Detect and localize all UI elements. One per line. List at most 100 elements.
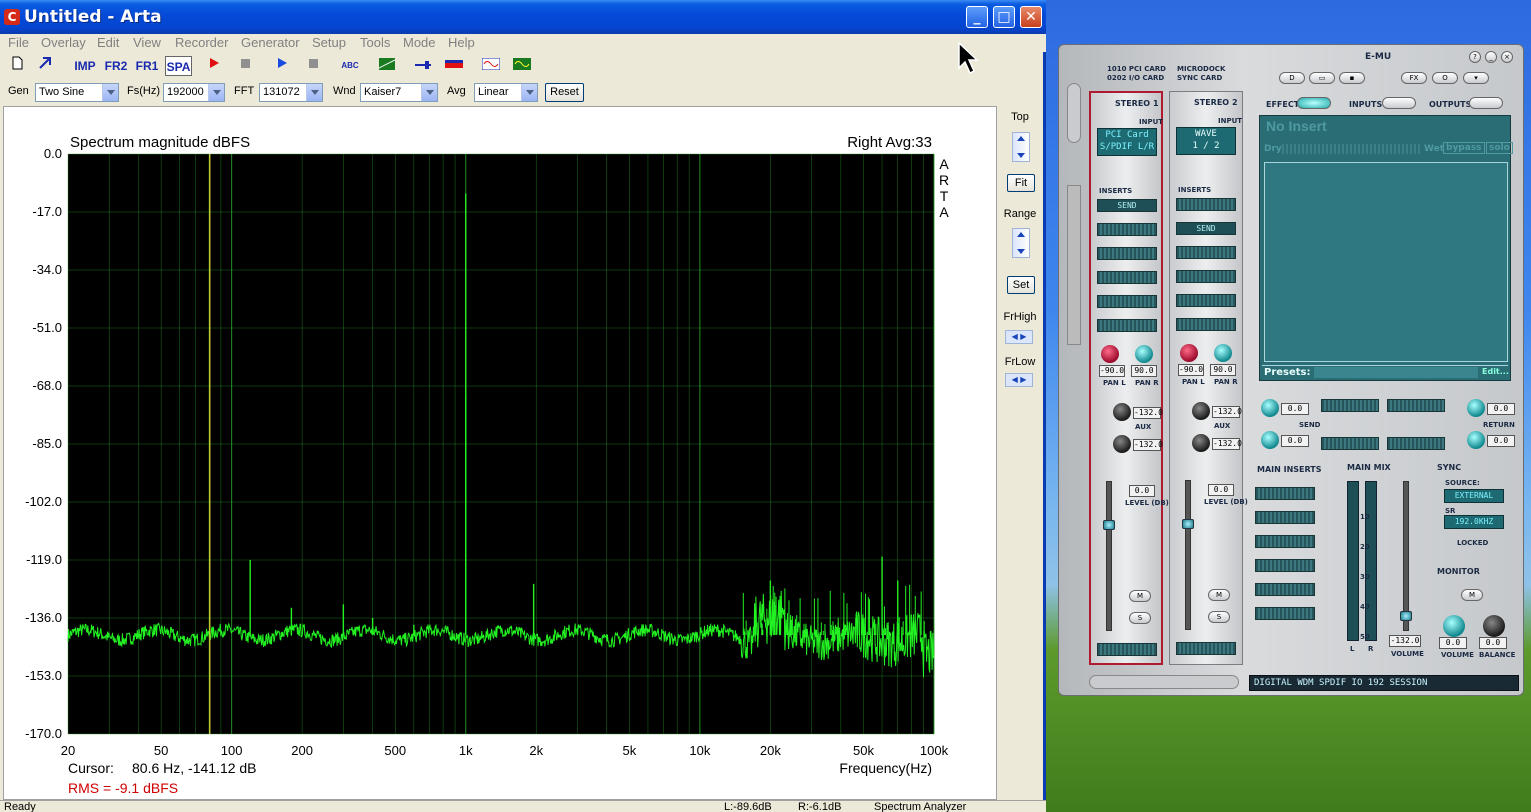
strip2-mute-button[interactable]: M <box>1208 589 1230 601</box>
slider-icon[interactable] <box>412 56 434 76</box>
strip2-insert-slot[interactable] <box>1176 294 1236 307</box>
send1-value[interactable]: 0.0 <box>1281 403 1309 415</box>
strip1-mute-button[interactable]: M <box>1129 590 1151 602</box>
effect-led-button[interactable] <box>1297 97 1331 109</box>
monitor-balance-value[interactable]: 0.0 <box>1479 637 1507 649</box>
spectrum-mode-button[interactable]: SPA <box>165 56 192 76</box>
return2-value[interactable]: 0.0 <box>1487 435 1515 447</box>
strip1-pan-l-knob[interactable] <box>1101 345 1119 363</box>
main-insert-slot[interactable] <box>1255 511 1315 524</box>
frhigh-spinner[interactable]: ◀ ▶ <box>1005 330 1033 344</box>
strip2-aux2-value[interactable]: -132.0 <box>1212 438 1242 450</box>
generator-stop-icon[interactable] <box>302 56 324 76</box>
menu-overlay[interactable]: Overlay <box>41 35 86 50</box>
strip1-insert-slot[interactable] <box>1097 295 1157 308</box>
strip2-aux1-knob[interactable] <box>1192 402 1210 420</box>
strip2-pan-l-knob[interactable] <box>1180 344 1198 362</box>
main-volume-value[interactable]: -132.0 <box>1389 635 1421 647</box>
generator-select[interactable]: Two Sine <box>35 83 119 102</box>
strip1-insert-slot[interactable] <box>1097 271 1157 284</box>
strip2-fader-cap[interactable] <box>1182 519 1194 529</box>
monitor-mute-button[interactable]: M <box>1461 589 1483 601</box>
reset-button[interactable]: Reset <box>545 83 584 102</box>
strip1-insert-slot[interactable] <box>1097 223 1157 236</box>
menu-recorder[interactable]: Recorder <box>175 35 228 50</box>
fx-bypass-button[interactable]: bypass <box>1443 142 1485 154</box>
menu-edit[interactable]: Edit <box>97 35 119 50</box>
sample-rate-select[interactable]: 192000 <box>163 83 225 102</box>
strip2-aux1-value[interactable]: -132.0 <box>1212 406 1242 418</box>
menu-file[interactable]: File <box>8 35 29 50</box>
strip2-fader-track[interactable] <box>1185 480 1191 630</box>
grid-icon[interactable] <box>376 56 398 76</box>
strip2-pan-r-knob[interactable] <box>1214 344 1232 362</box>
menu-mode[interactable]: Mode <box>403 35 436 50</box>
strip1-input-display[interactable]: PCI Card S/PDIF L/R <box>1097 128 1157 156</box>
monitor-volume-value[interactable]: 0.0 <box>1439 637 1467 649</box>
emu-fx-button[interactable]: FX <box>1401 72 1427 84</box>
app-icon[interactable]: C <box>4 9 20 25</box>
strip1-aux2-value[interactable]: -132.0 <box>1133 439 1163 451</box>
strip1-aux1-value[interactable]: -132.0 <box>1133 407 1163 419</box>
emu-minimize-button[interactable]: _ <box>1485 51 1497 63</box>
averaging-select[interactable]: Linear <box>474 83 538 102</box>
strip2-input-display[interactable]: WAVE 1 / 2 <box>1176 127 1236 155</box>
fr1-mode-button[interactable]: FR1 <box>134 56 160 76</box>
tab-effect[interactable]: EFFECT <box>1266 100 1299 109</box>
strip1-pan-r-value[interactable]: 90.0 <box>1131 365 1157 377</box>
open-arrow-icon[interactable] <box>34 56 56 76</box>
strip1-pan-r-knob[interactable] <box>1135 345 1153 363</box>
send2-value[interactable]: 0.0 <box>1281 435 1309 447</box>
maximize-button[interactable]: □ <box>993 6 1015 28</box>
sync-sr-display[interactable]: 192.0KHZ <box>1444 515 1504 529</box>
strip2-level-value[interactable]: 0.0 <box>1208 484 1234 496</box>
emu-close-button[interactable]: × <box>1501 51 1513 63</box>
main-insert-slot[interactable] <box>1255 559 1315 572</box>
main-volume-fader-track[interactable] <box>1403 481 1409 631</box>
send2-knob[interactable] <box>1261 431 1279 449</box>
fx-solo-button[interactable]: solo <box>1486 142 1513 154</box>
close-button[interactable]: ✕ <box>1020 6 1042 28</box>
strip1-fader-cap[interactable] <box>1103 520 1115 530</box>
fx-drywet-slider[interactable] <box>1282 144 1422 154</box>
strip1-aux2-knob[interactable] <box>1113 435 1131 453</box>
tab-outputs[interactable]: OUTPUTS <box>1429 100 1471 109</box>
strip-nav-rail[interactable] <box>1067 83 1081 143</box>
menu-generator[interactable]: Generator <box>241 35 300 50</box>
strip-horizontal-scrollbar[interactable] <box>1089 675 1239 689</box>
strip1-solo-button[interactable]: S <box>1129 612 1151 624</box>
fx-list[interactable] <box>1264 162 1508 362</box>
monitor-volume-knob[interactable] <box>1443 615 1465 637</box>
strip1-insert-slot[interactable] <box>1097 319 1157 332</box>
strip1-insert-slot[interactable] <box>1097 247 1157 260</box>
strip2-insert-slot[interactable] <box>1176 318 1236 331</box>
set-button[interactable]: Set <box>1007 276 1035 294</box>
presets-edit-button[interactable]: Edit... <box>1482 367 1509 376</box>
sync-source-display[interactable]: EXTERNAL <box>1444 489 1504 503</box>
title-bar[interactable]: C Untitled - Arta _ □ ✕ <box>0 0 1046 34</box>
return1-value[interactable]: 0.0 <box>1487 403 1515 415</box>
strip1-pan-l-value[interactable]: -90.0 <box>1099 365 1125 377</box>
strip1-send-slot[interactable]: SEND <box>1097 199 1157 212</box>
main-volume-fader-cap[interactable] <box>1400 611 1412 621</box>
emu-help-button[interactable]: ? <box>1469 51 1481 63</box>
strip2-pan-r-value[interactable]: 90.0 <box>1210 364 1236 376</box>
emu-save-button[interactable]: ▪ <box>1339 72 1365 84</box>
strip2-insert-slot[interactable] <box>1176 270 1236 283</box>
menu-view[interactable]: View <box>133 35 161 50</box>
menu-setup[interactable]: Setup <box>312 35 346 50</box>
presets-field[interactable] <box>1314 367 1478 378</box>
minimize-button[interactable]: _ <box>966 6 988 28</box>
return1-knob[interactable] <box>1467 399 1485 417</box>
menu-help[interactable]: Help <box>448 35 475 50</box>
send1-knob[interactable] <box>1261 399 1279 417</box>
window-select[interactable]: Kaiser7 <box>360 83 438 102</box>
return2-knob[interactable] <box>1467 431 1485 449</box>
main-insert-slot[interactable] <box>1255 607 1315 620</box>
scope-icon[interactable] <box>511 56 533 76</box>
spectrum-chart[interactable]: 0.0 -17.0 -34.0 -51.0 -68.0 -85.0 -102.0 -119.0… <box>4 107 998 801</box>
strip2-insert-slot[interactable] <box>1176 198 1236 211</box>
strip1-aux1-knob[interactable] <box>1113 403 1131 421</box>
menu-tools[interactable]: Tools <box>360 35 390 50</box>
strip2-insert-slot[interactable] <box>1176 246 1236 259</box>
